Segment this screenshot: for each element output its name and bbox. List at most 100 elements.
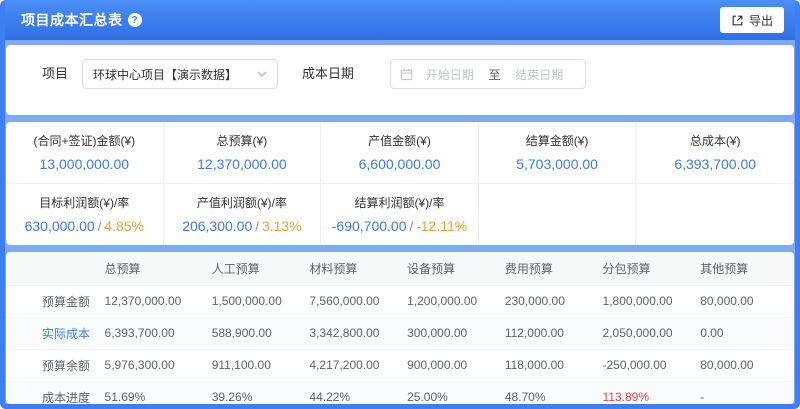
- calendar-icon: [400, 68, 413, 81]
- summary-cell-output-profit: 产值利润额(¥)/率 206,300.00/3.13%: [164, 184, 322, 245]
- col-header-equipment-budget: 设备预算: [403, 252, 501, 285]
- summary-cell-total-cost: 总成本(¥) 6,393,700.00: [636, 122, 794, 184]
- table-cell: -: [696, 381, 794, 404]
- profit-amount: -690,700.00: [332, 218, 407, 234]
- summary-value: 12,370,000.00: [197, 156, 287, 172]
- summary-label: 产值利润额(¥)/率: [168, 194, 317, 211]
- table-row-actual-cost: 实际成本 6,393,700.00 588,900.00 3,342,800.0…: [6, 317, 794, 349]
- summary-row-amounts: (合同+签证)金额(¥) 13,000,000.00 总预算(¥) 12,370…: [6, 122, 794, 245]
- table-cell: 1,800,000.00: [599, 285, 697, 317]
- row-label: 预算余额: [6, 349, 101, 381]
- table-cell: 900,000.00: [403, 349, 501, 381]
- summary-panel: (合同+签证)金额(¥) 13,000,000.00 总预算(¥) 12,370…: [6, 122, 794, 245]
- table-cell: 80,000.00: [696, 285, 794, 317]
- table-cell: 7,560,000.00: [305, 285, 403, 317]
- profit-rate: 4.85%: [104, 218, 144, 234]
- col-header-other-budget: 其他预算: [696, 252, 794, 285]
- summary-label: (合同+签证)金额(¥): [10, 132, 159, 149]
- export-icon: [731, 14, 744, 27]
- table-cell: 44.22%: [305, 381, 403, 404]
- col-header-row-label: [6, 252, 101, 285]
- export-button-label: 导出: [749, 12, 773, 29]
- table-cell: 911,100.00: [208, 349, 306, 381]
- table-cell: 3,342,800.00: [305, 317, 403, 349]
- cost-breakdown-table: 总预算 人工预算 材料预算 设备预算 费用预算 分包预算 其他预算 预算金额 1…: [6, 252, 794, 404]
- summary-label: 目标利润额(¥)/率: [10, 194, 159, 211]
- table-cell: 51.69%: [101, 381, 208, 404]
- table-cell: 25.00%: [403, 381, 501, 404]
- summary-label: 结算利润额(¥)/率: [325, 194, 474, 211]
- row-label: 成本进度: [6, 381, 101, 404]
- summary-profit-value: 630,000.00/4.85%: [25, 218, 144, 235]
- summary-label: 产值金额(¥): [325, 132, 474, 149]
- table-cell: 2,050,000.00: [599, 317, 697, 349]
- summary-cell-settlement-amount: 结算金额(¥) 5,703,000.00: [479, 122, 637, 184]
- date-range-separator: 至: [487, 66, 503, 83]
- table-cell: 80,000.00: [696, 349, 794, 381]
- table-cell: -250,000.00: [599, 349, 697, 381]
- filter-bar: 项目 环球中心项目【演示数据】 成本日期 开始日期 至 结束日期: [6, 45, 794, 115]
- summary-profit-value: -690,700.00/-12.11%: [332, 218, 467, 235]
- col-header-subcontract-budget: 分包预算: [599, 252, 697, 285]
- page-title: 项目成本汇总表: [21, 10, 123, 30]
- col-header-expense-budget: 费用预算: [501, 252, 599, 285]
- row-label-actual-cost-link[interactable]: 实际成本: [6, 317, 101, 349]
- table-row-cost-progress: 成本进度 51.69% 39.26% 44.22% 25.00% 48.70% …: [6, 381, 794, 404]
- col-header-labor-budget: 人工预算: [208, 252, 306, 285]
- profit-amount: 630,000.00: [25, 218, 95, 234]
- profit-separator: /: [409, 219, 413, 234]
- col-header-total-budget: 总预算: [101, 252, 208, 285]
- summary-label: 结算金额(¥): [483, 132, 632, 149]
- table-cell: 230,000.00: [501, 285, 599, 317]
- table-cell: 300,000.00: [403, 317, 501, 349]
- table-cell: 0.00: [696, 317, 794, 349]
- summary-cell-empty: [636, 184, 794, 245]
- chevron-down-icon: [257, 71, 267, 77]
- cost-breakdown-panel: 总预算 人工预算 材料预算 设备预算 费用预算 分包预算 其他预算 预算金额 1…: [6, 252, 794, 404]
- page-header: 项目成本汇总表 ? 导出: [5, 0, 795, 40]
- table-cell: 6,393,700.00: [101, 317, 208, 349]
- table-cell: 39.26%: [208, 381, 306, 404]
- table-cell: 48.70%: [501, 381, 599, 404]
- summary-value: 13,000,000.00: [40, 156, 130, 172]
- table-cell: 1,500,000.00: [208, 285, 306, 317]
- summary-profit-value: 206,300.00/3.13%: [182, 218, 301, 235]
- end-date-input[interactable]: 结束日期: [503, 66, 577, 83]
- table-cell: 5,976,300.00: [101, 349, 208, 381]
- table-cell: 112,000.00: [501, 317, 599, 349]
- row-label: 预算金额: [6, 285, 101, 317]
- table-row-budget-amount: 预算金额 12,370,000.00 1,500,000.00 7,560,00…: [6, 285, 794, 317]
- date-range-picker[interactable]: 开始日期 至 结束日期: [390, 59, 586, 89]
- summary-cell-output-amount: 产值金额(¥) 6,600,000.00: [321, 122, 479, 184]
- summary-cell-settlement-profit: 结算利润额(¥)/率 -690,700.00/-12.11%: [321, 184, 479, 245]
- summary-cell-target-profit: 目标利润额(¥)/率 630,000.00/4.85%: [6, 184, 164, 245]
- col-header-material-budget: 材料预算: [305, 252, 403, 285]
- table-header-row: 总预算 人工预算 材料预算 设备预算 费用预算 分包预算 其他预算: [6, 252, 794, 285]
- table-cell: 4,217,200.00: [305, 349, 403, 381]
- summary-cell-contract-amount: (合同+签证)金额(¥) 13,000,000.00: [6, 122, 164, 184]
- start-date-input[interactable]: 开始日期: [413, 66, 487, 83]
- project-select[interactable]: 环球中心项目【演示数据】: [82, 59, 278, 89]
- profit-separator: /: [255, 219, 259, 234]
- profit-rate: 3.13%: [262, 218, 302, 234]
- project-cost-summary-page: 项目成本汇总表 ? 导出 项目 环球中心项目【演示数据】 成本日期: [0, 0, 800, 409]
- profit-rate: -12.11%: [416, 218, 467, 234]
- profit-separator: /: [98, 219, 102, 234]
- table-cell-over-budget: 113.89%: [599, 381, 697, 404]
- table-cell: 588,900.00: [208, 317, 306, 349]
- summary-cell-total-budget: 总预算(¥) 12,370,000.00: [164, 122, 322, 184]
- summary-label: 总预算(¥): [168, 132, 317, 149]
- summary-value: 5,703,000.00: [516, 156, 598, 172]
- summary-label: 总成本(¥): [640, 132, 790, 149]
- profit-amount: 206,300.00: [182, 218, 252, 234]
- summary-value: 6,600,000.00: [359, 156, 441, 172]
- page-title-wrap: 项目成本汇总表 ?: [21, 10, 142, 30]
- help-icon[interactable]: ?: [128, 13, 142, 27]
- table-cell: 118,000.00: [501, 349, 599, 381]
- summary-value: 6,393,700.00: [674, 156, 756, 172]
- export-button[interactable]: 导出: [720, 7, 784, 33]
- table-cell: 1,200,000.00: [403, 285, 501, 317]
- project-filter-label: 项目: [42, 59, 68, 115]
- cost-date-filter-label: 成本日期: [302, 59, 354, 115]
- project-select-value: 环球中心项目【演示数据】: [93, 66, 237, 83]
